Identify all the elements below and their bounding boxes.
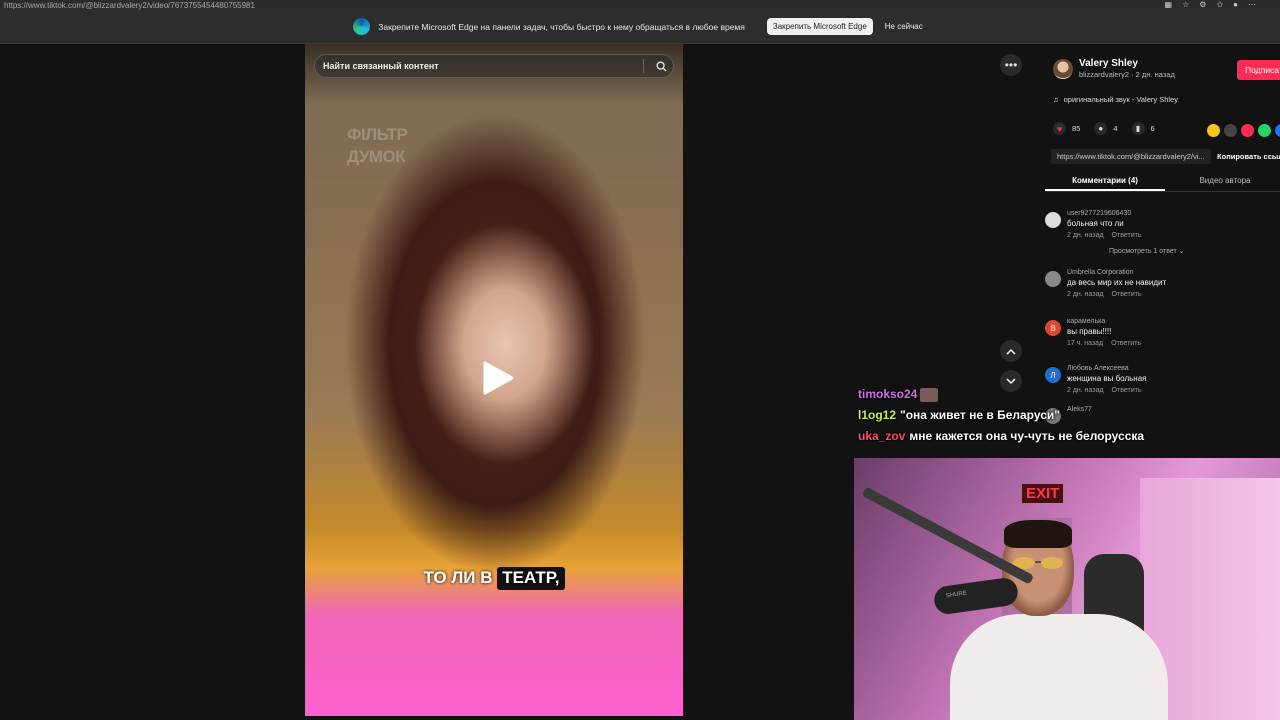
panel-tabs: Комментарии (4) Видео автора: [1045, 172, 1280, 192]
author-name[interactable]: Valery Shley: [1079, 58, 1175, 69]
comment-text: да весь мир их не навидит: [1067, 278, 1167, 287]
comment-avatar[interactable]: Л: [1045, 367, 1061, 383]
extensions-icon[interactable]: ⚙: [1199, 0, 1206, 9]
chat-message: uka_zov мне кажется она чу-чуть не белору…: [858, 426, 1144, 447]
chevron-down-icon: ⌄: [1178, 248, 1185, 255]
comment-text: женщина вы больная: [1067, 374, 1147, 383]
sound-link[interactable]: ♫ оригинальный звук - Valery Shley: [1053, 95, 1178, 104]
video-link-field[interactable]: https://www.tiktok.com/@blizzardvalery2/…: [1051, 149, 1212, 164]
embed-icon[interactable]: [1224, 124, 1237, 137]
author-handle-time: blizzardvalery2 · 2 дн. назад: [1079, 70, 1175, 79]
menu-icon[interactable]: ⋯: [1248, 0, 1256, 9]
bookmark-icon: ▮: [1135, 124, 1141, 133]
video-watermark: ФІЛЬТР ДУМОК: [347, 125, 408, 166]
comment-item: user9277219606430 больная что ли 2 дн. н…: [1045, 210, 1280, 255]
engagement-stats: ♥ 85 ● 4 ▮ 6: [1053, 122, 1163, 135]
exit-sign: EXIT: [1022, 484, 1064, 503]
sound-title[interactable]: оригинальный звук - Valery Shley: [1064, 95, 1178, 104]
comment-item: В карамелька вы правы!!!! 17 ч. назад Отв…: [1045, 318, 1280, 347]
chat-username: timokso24: [858, 387, 918, 401]
comment-item: Umbrella.Corporation да весь мир их не н…: [1045, 269, 1280, 298]
search-button[interactable]: [651, 56, 671, 76]
share-options: [1207, 124, 1280, 137]
streamer-body: [950, 614, 1168, 720]
play-icon[interactable]: [481, 360, 515, 396]
comment-user[interactable]: Umbrella.Corporation: [1067, 269, 1280, 276]
comment-meta: 17 ч. назад Ответить: [1067, 340, 1142, 347]
chat-text: "она живет не в Беларуси": [900, 408, 1060, 422]
pin-edge-button[interactable]: Закрепить Microsoft Edge: [766, 18, 873, 35]
comment-text: вы правы!!!!: [1067, 327, 1112, 336]
edge-pin-banner: Закрепите Microsoft Edge на панели задач…: [0, 10, 1280, 44]
video-subtitle: ТО ЛИ В ТЕАТР,: [305, 567, 683, 590]
reply-button[interactable]: Ответить: [1112, 232, 1142, 239]
comment-button[interactable]: ●: [1094, 122, 1108, 135]
comment-icon: ●: [1098, 124, 1104, 133]
whatsapp-icon[interactable]: [1258, 124, 1271, 137]
chevron-up-icon: [1006, 348, 1016, 355]
save-button[interactable]: ▮: [1131, 122, 1145, 135]
emote-icon: [920, 387, 939, 402]
comment-list: user9277219606430 больная что ли 2 дн. н…: [1045, 210, 1280, 424]
copy-link-button[interactable]: Копировать ссылку: [1217, 152, 1280, 161]
edge-logo-icon: [353, 18, 371, 35]
favorites-icon[interactable]: ✩: [1216, 0, 1223, 9]
profile-icon[interactable]: ●: [1233, 0, 1238, 9]
previous-video-button[interactable]: [1000, 340, 1022, 362]
save-count: 6: [1150, 124, 1155, 133]
comment-user[interactable]: Любовь Алексеева: [1067, 365, 1280, 372]
stream-chat-overlay: timokso24 l1og12 "она живет не в Беларуси…: [858, 384, 1144, 447]
comment-user[interactable]: user9277219606430: [1067, 210, 1280, 217]
streamer-hair: [1004, 520, 1072, 548]
star-icon[interactable]: ☆: [1182, 0, 1189, 9]
author-block[interactable]: Valery Shley blizzardvalery2 · 2 дн. наз…: [1053, 58, 1175, 79]
browser-toolbar-icons: ▦ ☆ ⚙ ✩ ● ⋯: [1165, 0, 1256, 9]
share-coin-icon[interactable]: [1207, 124, 1220, 137]
more-icon: •••: [1004, 58, 1018, 72]
send-icon[interactable]: [1241, 124, 1254, 137]
chat-message: l1og12 "она живет не в Беларуси": [858, 405, 1144, 426]
related-search-bar[interactable]: [314, 54, 674, 78]
comment-avatar[interactable]: [1045, 271, 1061, 287]
chat-text: мне кажется она чу-чуть не белорусска: [909, 429, 1145, 443]
url-text[interactable]: https://www.tiktok.com/@blizzardvalery2/…: [4, 1, 255, 10]
comment-avatar[interactable]: В: [1045, 320, 1061, 336]
tab-creator-videos[interactable]: Видео автора: [1165, 172, 1280, 191]
search-icon: [655, 60, 667, 72]
comment-count: 4: [1113, 124, 1118, 133]
copy-link-row: https://www.tiktok.com/@blizzardvalery2/…: [1051, 148, 1280, 165]
comment-meta: 2 дн. назад Ответить: [1067, 232, 1142, 239]
banner-message: Закрепите Microsoft Edge на панели задач…: [378, 21, 745, 32]
video-player[interactable]: ФІЛЬТР ДУМОК ТО ЛИ В ТЕАТР,: [305, 44, 683, 716]
heart-icon: ♥: [1056, 123, 1063, 134]
chat-message: timokso24: [858, 384, 1144, 405]
author-avatar[interactable]: [1053, 58, 1073, 79]
view-replies-button[interactable]: Просмотреть 1 ответ ⌄: [1109, 247, 1280, 255]
related-search-input[interactable]: [323, 61, 643, 71]
facebook-icon[interactable]: [1275, 124, 1280, 137]
follow-button[interactable]: Подписаться: [1237, 60, 1280, 80]
search-divider: [643, 59, 644, 73]
reply-button[interactable]: Ответить: [1111, 340, 1141, 347]
not-now-button[interactable]: Не сейчас: [881, 18, 927, 35]
like-button[interactable]: ♥: [1053, 122, 1066, 135]
comment-meta: 2 дн. назад Ответить: [1067, 291, 1142, 298]
address-bar[interactable]: https://www.tiktok.com/@blizzardvalery2/…: [0, 0, 1280, 10]
like-count: 85: [1072, 124, 1081, 133]
streamer-webcam: EXIT SHURE: [854, 458, 1280, 720]
comment-user[interactable]: карамелька: [1067, 318, 1280, 325]
music-note-icon: ♫: [1053, 95, 1059, 104]
chat-username: uka_zov: [858, 429, 906, 443]
comment-text: больная что ли: [1067, 219, 1124, 228]
comment-avatar[interactable]: [1045, 212, 1061, 228]
chat-username: l1og12: [858, 408, 897, 422]
grid-icon[interactable]: ▦: [1165, 0, 1173, 9]
tab-comments[interactable]: Комментарии (4): [1045, 172, 1165, 191]
reply-button[interactable]: Ответить: [1112, 291, 1142, 298]
more-options-button[interactable]: •••: [1000, 54, 1022, 76]
